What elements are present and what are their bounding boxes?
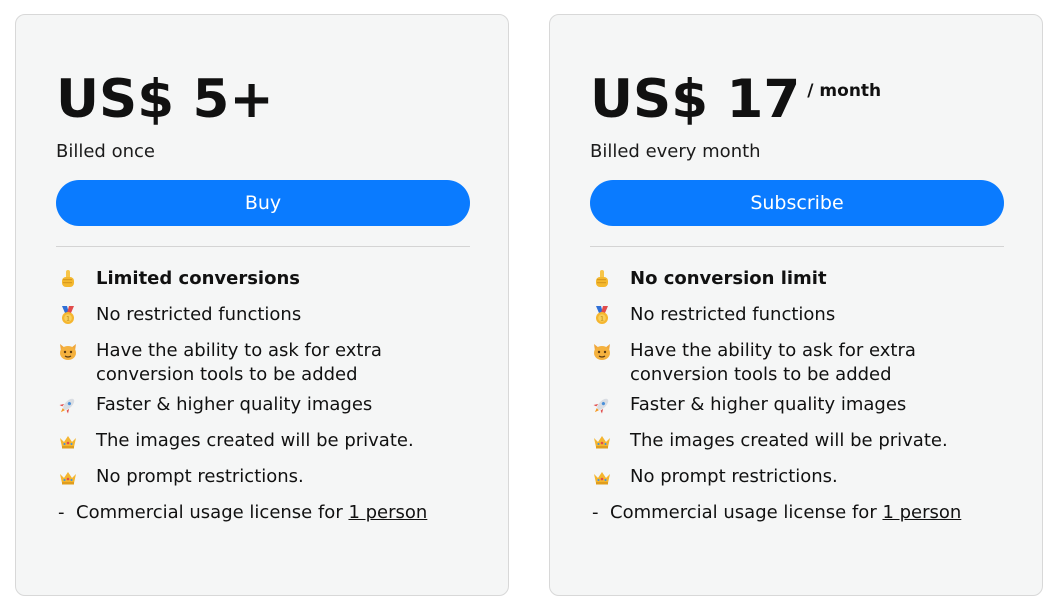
buy-button[interactable]: Buy xyxy=(56,180,470,226)
medal-icon: 1 xyxy=(56,303,96,327)
divider xyxy=(56,246,470,247)
svg-text:1: 1 xyxy=(600,316,604,323)
feature-list: No conversion limit 1 No restricted func… xyxy=(590,267,1004,489)
feature-item: The images created will be private. xyxy=(590,429,1004,453)
price-period: / month xyxy=(807,81,882,101)
cat-face-icon xyxy=(590,339,630,363)
feature-text: Have the ability to ask for extra conver… xyxy=(96,340,382,385)
feature-text: The images created will be private. xyxy=(630,430,948,451)
license-text: Commercial usage license for 1 person xyxy=(610,501,961,525)
license-line: - Commercial usage license for 1 person xyxy=(590,501,1002,525)
feature-item: Faster & higher quality images xyxy=(56,393,470,417)
license-link[interactable]: 1 person xyxy=(882,502,961,523)
pointing-finger-icon xyxy=(56,267,96,291)
feature-item: Faster & higher quality images xyxy=(590,393,1004,417)
price: US$ 5+ xyxy=(56,69,274,130)
feature-item: Have the ability to ask for extra conver… xyxy=(56,339,470,387)
feature-text: No restricted functions xyxy=(96,304,302,325)
feature-text: No prompt restrictions. xyxy=(630,466,838,487)
pricing-card-one-time: US$ 5+ Billed once Buy Limited conversio… xyxy=(15,14,509,596)
pointing-finger-icon xyxy=(590,267,630,291)
feature-text: Faster & higher quality images xyxy=(96,394,373,415)
price-row: US$ 17 / month xyxy=(590,67,1002,133)
billing-note: Billed every month xyxy=(590,141,761,162)
license-line: - Commercial usage license for 1 person xyxy=(56,501,468,525)
crown-icon xyxy=(590,465,630,489)
medal-icon: 1 xyxy=(590,303,630,327)
license-text: Commercial usage license for 1 person xyxy=(76,501,427,525)
cat-face-icon xyxy=(56,339,96,363)
rocket-icon xyxy=(56,393,96,417)
feature-item: The images created will be private. xyxy=(56,429,470,453)
pricing-card-monthly: US$ 17 / month Billed every month Subscr… xyxy=(549,14,1043,596)
feature-text: Faster & higher quality images xyxy=(630,394,907,415)
feature-text: No restricted functions xyxy=(630,304,836,325)
crown-icon xyxy=(56,429,96,453)
subscribe-button[interactable]: Subscribe xyxy=(590,180,1004,226)
crown-icon xyxy=(590,429,630,453)
feature-text: The images created will be private. xyxy=(96,430,414,451)
dash-bullet: - xyxy=(58,502,65,523)
billing-note: Billed once xyxy=(56,141,155,162)
license-prefix: Commercial usage license for xyxy=(76,502,349,523)
feature-text: No prompt restrictions. xyxy=(96,466,304,487)
feature-item: 1 No restricted functions xyxy=(590,303,1004,327)
feature-item: No prompt restrictions. xyxy=(590,465,1004,489)
dash-bullet: - xyxy=(592,502,599,523)
feature-text: Limited conversions xyxy=(96,268,300,289)
license-link[interactable]: 1 person xyxy=(348,502,427,523)
feature-text: No conversion limit xyxy=(630,268,827,289)
divider xyxy=(590,246,1004,247)
price-row: US$ 5+ xyxy=(56,67,468,133)
price: US$ 17 xyxy=(590,69,801,130)
feature-item: Limited conversions xyxy=(56,267,470,291)
feature-item: Have the ability to ask for extra conver… xyxy=(590,339,1004,387)
feature-item: No prompt restrictions. xyxy=(56,465,470,489)
feature-item: No conversion limit xyxy=(590,267,1004,291)
rocket-icon xyxy=(590,393,630,417)
crown-icon xyxy=(56,465,96,489)
feature-list: Limited conversions 1 No restricted func… xyxy=(56,267,470,489)
feature-text: Have the ability to ask for extra conver… xyxy=(630,340,916,385)
license-prefix: Commercial usage license for xyxy=(610,502,883,523)
svg-text:1: 1 xyxy=(66,316,70,323)
feature-item: 1 No restricted functions xyxy=(56,303,470,327)
